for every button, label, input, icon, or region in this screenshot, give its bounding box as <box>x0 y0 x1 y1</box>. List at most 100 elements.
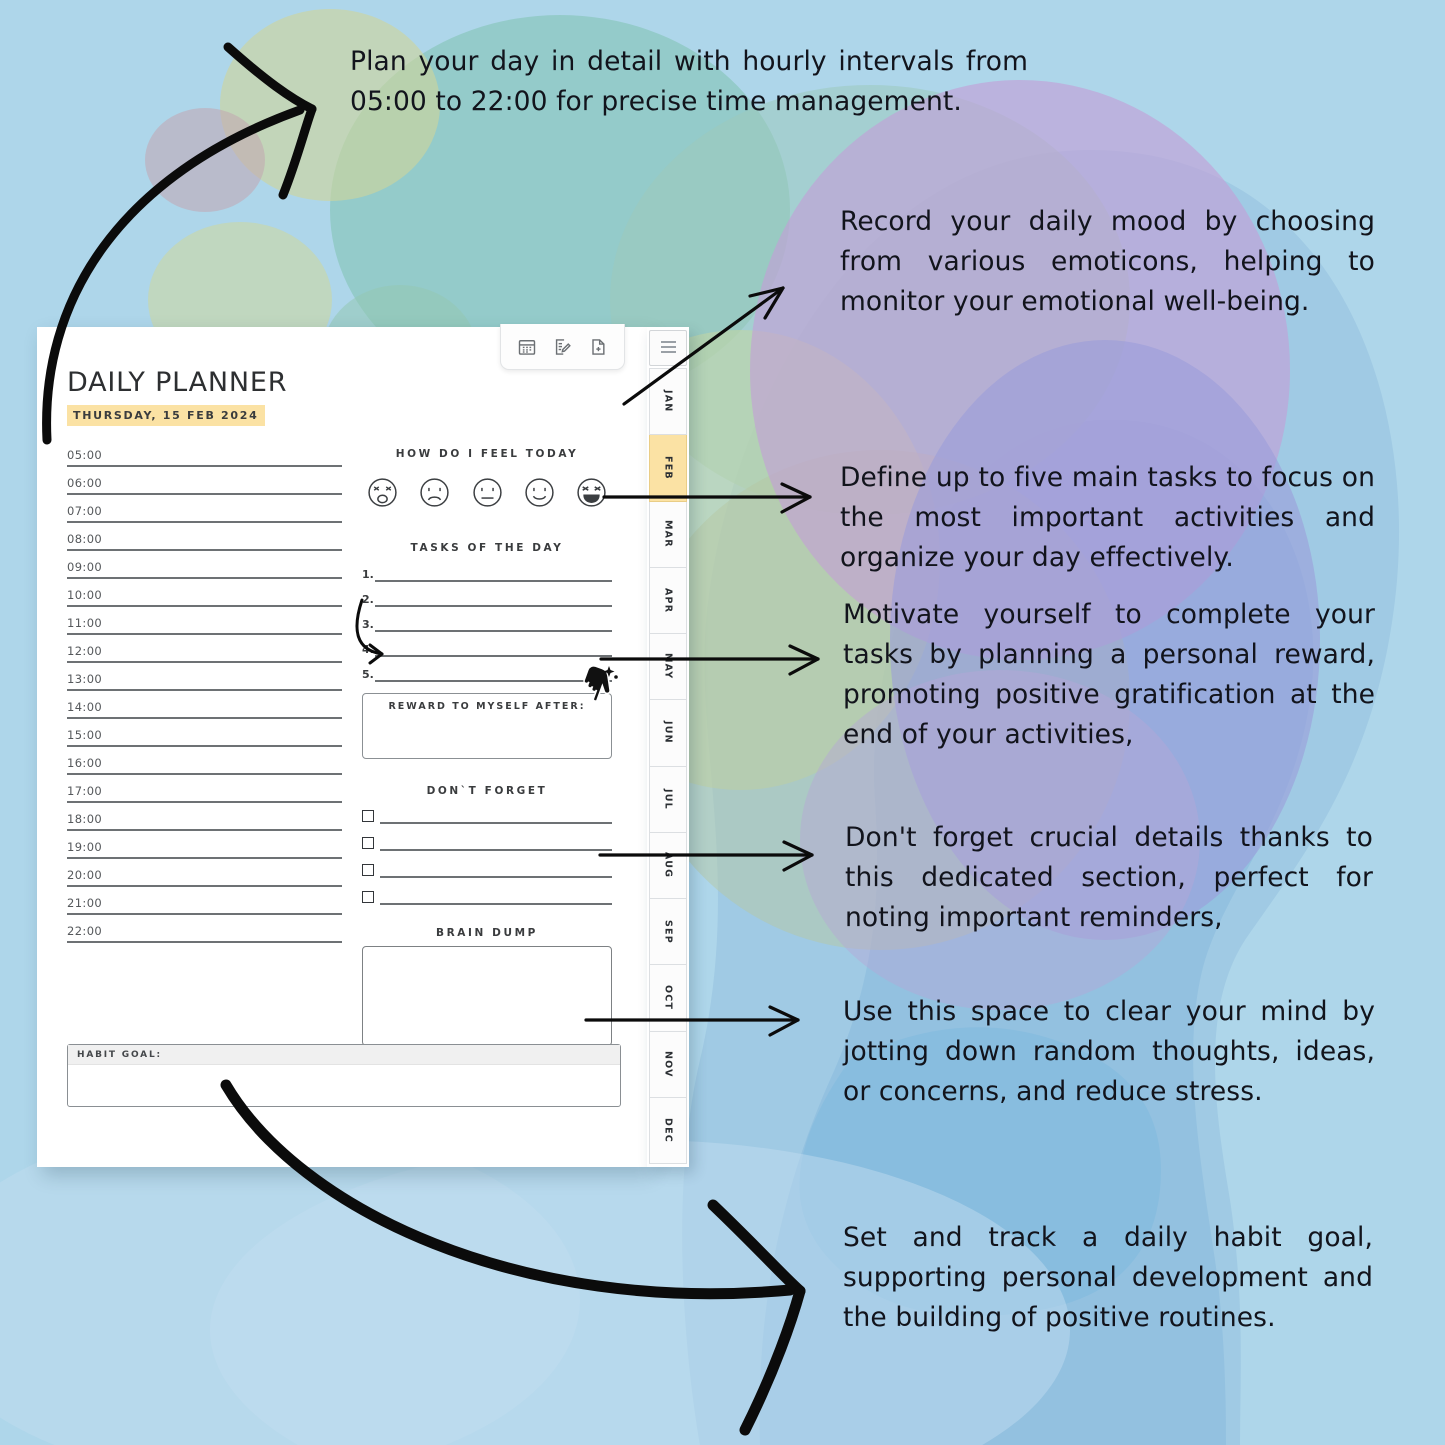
month-tab-feb[interactable]: FEB <box>649 435 687 502</box>
annotation-mood-tracker: Record your daily mood by choosing from … <box>840 206 1375 317</box>
month-tab-nov[interactable]: NOV <box>649 1031 687 1098</box>
dont-forget-list[interactable] <box>362 810 612 905</box>
task-number: 2. <box>362 593 374 606</box>
month-tab-jul[interactable]: JUL <box>649 766 687 833</box>
time-slot-row[interactable]: 12:00 <box>67 644 342 663</box>
laughing-face-icon[interactable] <box>573 474 610 516</box>
time-slot-row[interactable]: 11:00 <box>67 616 342 635</box>
month-tab-rail[interactable]: JAN FEB MAR APR MAY JUN JUL AUG SEP OCT NOV DEC <box>647 327 689 1167</box>
time-slot-label: 18:00 <box>67 812 103 826</box>
mood-selector[interactable] <box>362 474 612 516</box>
task-line <box>375 655 612 657</box>
crying-face-icon[interactable] <box>364 474 401 516</box>
annotation-reward: Motivate yourself to complete your tasks… <box>843 599 1375 750</box>
month-tab-mar[interactable]: MAR <box>649 501 687 568</box>
checkbox[interactable] <box>362 864 374 876</box>
time-slot-row[interactable]: 18:00 <box>67 812 342 831</box>
dont-forget-row[interactable] <box>362 810 612 824</box>
time-slot-label: 21:00 <box>67 896 103 910</box>
hourly-schedule: 05:00 06:00 07:00 08:00 09:00 10:00 11:00 12:00… <box>67 448 342 1046</box>
add-page-icon[interactable] <box>588 337 608 357</box>
time-slot-line <box>67 549 342 551</box>
task-row[interactable]: 1. <box>362 568 612 582</box>
dont-forget-row[interactable] <box>362 891 612 905</box>
time-slot-row[interactable]: 05:00 <box>67 448 342 467</box>
time-slot-line <box>67 913 342 915</box>
time-slot-line <box>67 661 342 663</box>
checkbox[interactable] <box>362 837 374 849</box>
planner-toolbar <box>500 324 625 370</box>
time-slot-row[interactable]: 10:00 <box>67 588 342 607</box>
sad-face-icon[interactable] <box>416 474 453 516</box>
month-tab-dec[interactable]: DEC <box>649 1097 687 1164</box>
time-slot-label: 06:00 <box>67 476 103 490</box>
time-slot-row[interactable]: 13:00 <box>67 672 342 691</box>
month-tab-jan[interactable]: JAN <box>649 368 687 436</box>
time-slot-label: 22:00 <box>67 924 103 938</box>
time-slot-label: 14:00 <box>67 700 103 714</box>
neutral-face-icon[interactable] <box>469 474 506 516</box>
time-slot-row[interactable]: 06:00 <box>67 476 342 495</box>
time-slot-line <box>67 745 342 747</box>
annotation-hourly-intervals: Plan your day in detail with hourly inte… <box>350 46 1028 117</box>
habit-goal-box[interactable]: HABIT GOAL: <box>67 1044 621 1107</box>
task-line <box>375 605 612 607</box>
menu-icon[interactable] <box>649 330 687 366</box>
month-tab-apr[interactable]: APR <box>649 567 687 634</box>
time-slot-row[interactable]: 22:00 <box>67 924 342 943</box>
time-slot-line <box>67 689 342 691</box>
time-slot-label: 13:00 <box>67 672 103 686</box>
page-title: DAILY PLANNER <box>67 367 288 398</box>
task-row[interactable]: 4. <box>362 643 612 657</box>
time-slot-row[interactable]: 21:00 <box>67 896 342 915</box>
time-slot-row[interactable]: 07:00 <box>67 504 342 523</box>
checkbox[interactable] <box>362 810 374 822</box>
annotation-habit-goal: Set and track a daily habit goal, suppor… <box>843 1222 1373 1333</box>
daily-planner-page: DAILY PLANNER THURSDAY, 15 FEB 2024 05:0… <box>37 324 647 1167</box>
time-slot-label: 10:00 <box>67 588 103 602</box>
time-slot-label: 16:00 <box>67 756 103 770</box>
annotation-main-tasks: Define up to five main tasks to focus on… <box>840 462 1375 573</box>
dont-forget-line <box>380 849 612 851</box>
month-tab-sep[interactable]: SEP <box>649 899 687 966</box>
task-row[interactable]: 2. <box>362 593 612 607</box>
time-slot-label: 12:00 <box>67 644 103 658</box>
calendar-icon[interactable] <box>517 337 537 357</box>
mood-heading: HOW DO I FEEL TODAY <box>395 448 579 460</box>
time-slot-row[interactable]: 14:00 <box>67 700 342 719</box>
planner-date-badge: THURSDAY, 15 FEB 2024 <box>67 405 266 426</box>
time-slot-row[interactable]: 09:00 <box>67 560 342 579</box>
task-row[interactable]: 3. <box>362 618 612 632</box>
time-slot-label: 17:00 <box>67 784 103 798</box>
brain-dump-box[interactable] <box>362 946 612 1046</box>
month-tab-jun[interactable]: JUN <box>649 700 687 767</box>
dont-forget-row[interactable] <box>362 837 612 851</box>
time-slot-label: 19:00 <box>67 840 103 854</box>
smiling-face-icon[interactable] <box>521 474 558 516</box>
month-tab-oct[interactable]: OCT <box>649 965 687 1032</box>
checkbox[interactable] <box>362 891 374 903</box>
poster-canvas: Plan your day in detail with hourly inte… <box>0 0 1445 1445</box>
month-tab-may[interactable]: MAY <box>649 634 687 701</box>
time-slot-row[interactable]: 16:00 <box>67 756 342 775</box>
time-slot-line <box>67 605 342 607</box>
hand-cursor-icon <box>583 665 618 702</box>
time-slot-label: 20:00 <box>67 868 103 882</box>
time-slot-line <box>67 941 342 943</box>
edit-document-icon[interactable] <box>552 337 572 357</box>
time-slot-line <box>67 885 342 887</box>
time-slot-row[interactable]: 20:00 <box>67 868 342 887</box>
time-slot-line <box>67 577 342 579</box>
month-tab-aug[interactable]: AUG <box>649 832 687 899</box>
dont-forget-line <box>380 876 612 878</box>
time-slot-label: 07:00 <box>67 504 103 518</box>
time-slot-row[interactable]: 17:00 <box>67 784 342 803</box>
dont-forget-row[interactable] <box>362 864 612 878</box>
time-slot-line <box>67 829 342 831</box>
annotation-dont-forget: Don't forget crucial details thanks to t… <box>845 822 1373 933</box>
time-slot-label: 08:00 <box>67 532 103 546</box>
annotation-brain-dump: Use this space to clear your mind by jot… <box>843 996 1375 1107</box>
time-slot-row[interactable]: 08:00 <box>67 532 342 551</box>
time-slot-row[interactable]: 19:00 <box>67 840 342 859</box>
time-slot-row[interactable]: 15:00 <box>67 728 342 747</box>
